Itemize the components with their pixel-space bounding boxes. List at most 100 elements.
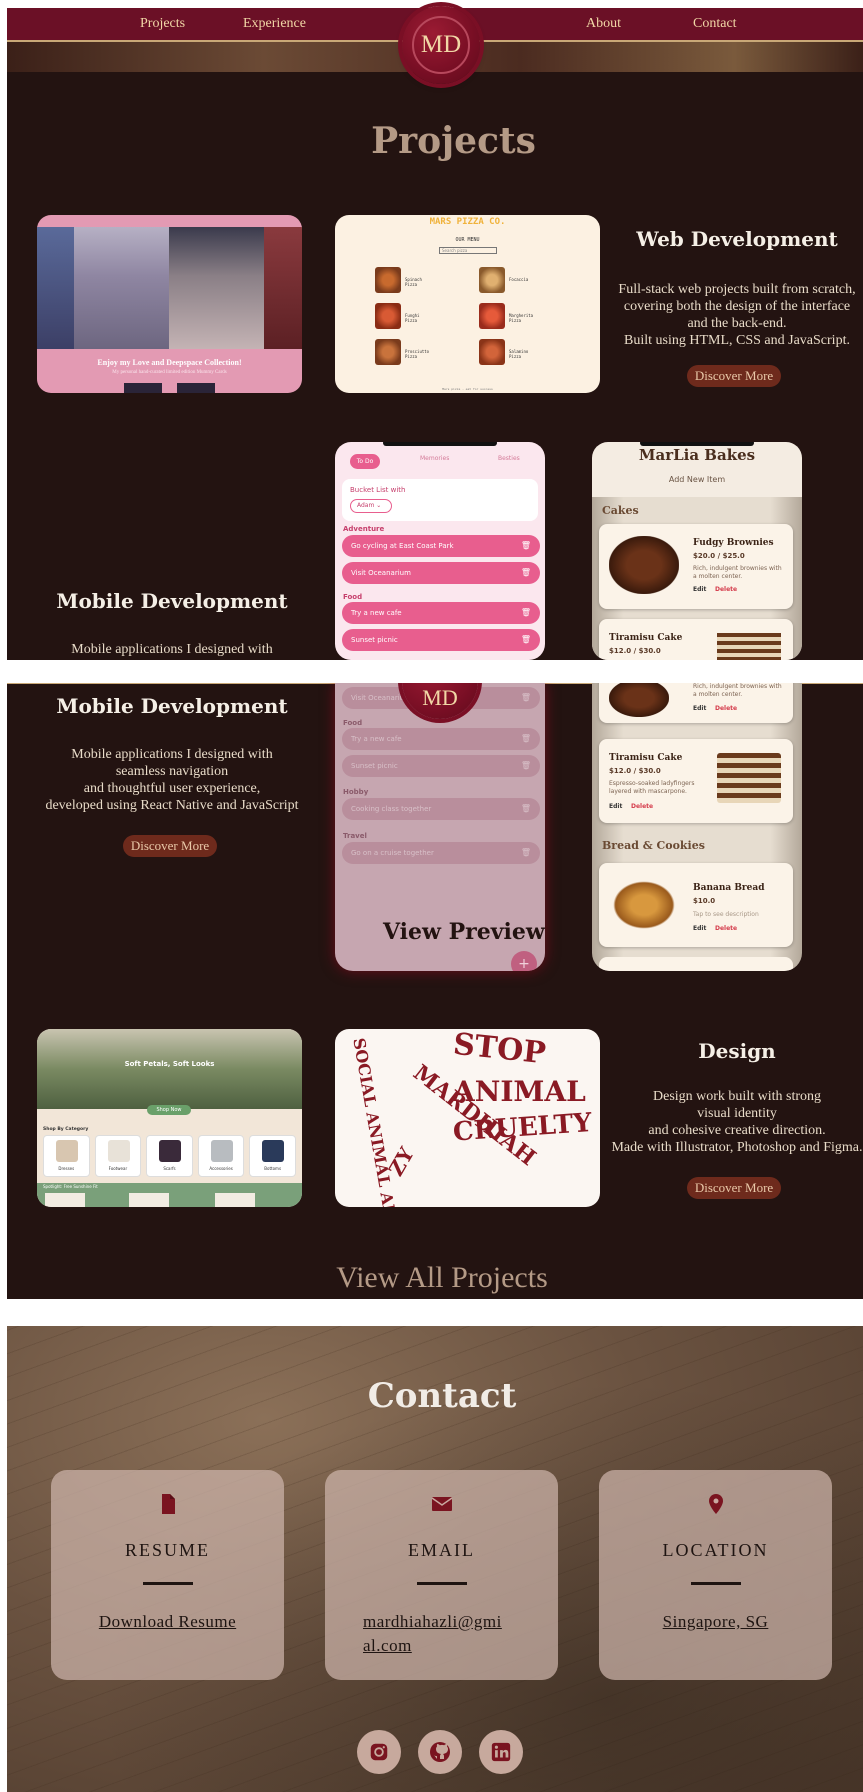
trash-icon[interactable]: 🗑 [521, 602, 531, 624]
nav-projects[interactable]: Projects [140, 16, 185, 32]
todo-item[interactable]: Try a new cafe 🗑 [342, 602, 540, 624]
delete-button[interactable]: Delete [631, 803, 653, 810]
edit-button[interactable]: Edit [693, 925, 706, 932]
shop-now-button[interactable]: Shop Now [147, 1105, 191, 1115]
tab-besties[interactable]: Besties [498, 455, 520, 462]
bake-item-name: Tiramisu Cake [609, 753, 683, 763]
hero-photo [37, 1029, 302, 1109]
bake-item-card[interactable]: Fudgy Brownies $20.0 / $25.0 Rich, indul… [599, 524, 793, 609]
spotlight-card [215, 1193, 255, 1207]
category-tile[interactable]: Bottoms [249, 1135, 296, 1177]
bake-item-card[interactable]: Tiramisu Cake $12.0 / $30.0 [599, 619, 793, 660]
bakes-list: Cakes Fudgy Brownies $20.0 / $25.0 Rich,… [592, 497, 802, 660]
web-project-mars-pizza-thumbnail[interactable]: MARS PIZZA CO. OUR MENU Search pizza Spi… [335, 215, 600, 393]
todo-item[interactable]: Cooking class together 🗑 [342, 798, 540, 820]
category-cakes: Cakes [602, 504, 639, 517]
view-all-projects-link[interactable]: View All Projects [7, 1261, 863, 1295]
resume-divider [143, 1582, 193, 1585]
todo-item[interactable]: Sunset picnic 🗑 [342, 755, 540, 777]
category-tile[interactable]: Footwear [94, 1135, 142, 1177]
location-card: LOCATION Singapore, SG [599, 1470, 832, 1680]
spotlight-label: Spotlight: Free Sunshine Fit [43, 1184, 98, 1189]
trash-icon[interactable]: 🗑 [521, 629, 531, 651]
web-project-love-deepspace-thumbnail[interactable]: Enjoy my Love and Deepspace Collection! … [37, 215, 302, 393]
mobile-development-description: Mobile applications I designed with seam… [45, 747, 299, 813]
view-preview-label[interactable]: View Preview [383, 919, 545, 945]
add-fab-button[interactable]: + [511, 951, 537, 971]
logo-seal[interactable]: MD [402, 6, 480, 84]
category-tile[interactable]: Scarfs [146, 1135, 193, 1177]
todo-item[interactable]: Go on a cruise together 🗑 [342, 842, 540, 864]
todo-app-phone[interactable]: To Do Memories Besties Bucket List with … [335, 442, 545, 660]
category-tile[interactable]: Accessories [197, 1135, 245, 1177]
bake-item-name: Fudgy Brownies [693, 538, 774, 548]
trash-icon[interactable]: 🗑 [521, 842, 531, 864]
brownie-image [609, 536, 679, 594]
trash-icon[interactable]: 🗑 [521, 755, 531, 777]
bake-item-desc: Rich, indulgent brownies with a molten c… [693, 683, 782, 698]
design-project-shop-thumbnail[interactable]: Soft Petals, Soft Looks Shop Now Shop By… [37, 1029, 302, 1207]
tab-memories[interactable]: Memories [420, 455, 449, 462]
bake-item-card[interactable]: Banana Bread $10.0 Tap to see descriptio… [599, 863, 793, 947]
email-link[interactable]: mardhiahazli@gmi al.com [363, 1610, 556, 1658]
trash-icon[interactable]: 🗑 [521, 798, 531, 820]
contact-title: Contact [367, 1376, 517, 1416]
pizza-grid: Spinach Pizza Focaccia Funghi Pizza Marg… [375, 267, 565, 369]
bake-item-card[interactable]: Tiramisu Cake $12.0 / $30.0 Espresso-soa… [599, 739, 793, 823]
github-button[interactable] [418, 1730, 462, 1774]
mobile-discover-more-button[interactable]: Discover More [123, 835, 217, 857]
bakes-title: MarLia Bakes [638, 446, 756, 464]
download-resume-link[interactable]: Download Resume [71, 1610, 264, 1634]
category-tile[interactable]: Dresses [43, 1135, 90, 1177]
design-discover-more-button[interactable]: Discover More [687, 1177, 781, 1199]
trash-icon[interactable]: 🗑 [521, 562, 531, 584]
bake-item-card[interactable]: Rich, indulgent brownies with a molten c… [599, 683, 793, 723]
typographic-poster: STOP ANIMAL CRUELTY MARDHIAH ZY SOCIAL A… [349, 1029, 593, 1207]
design-project-animal-cruelty-thumbnail[interactable]: STOP ANIMAL CRUELTY MARDHIAH ZY SOCIAL A… [335, 1029, 600, 1207]
file-icon [162, 1494, 175, 1514]
projects-section: Projects Enjoy my Love and Deepspace Col… [7, 8, 863, 660]
todo-item[interactable]: Go cycling at East Coast Park 🗑 [342, 535, 540, 557]
email-label: EMAIL [408, 1540, 475, 1560]
delete-button[interactable]: Delete [715, 705, 737, 712]
chevron-down-icon: ⌄ [376, 502, 382, 509]
nav-contact[interactable]: Contact [693, 16, 737, 32]
poster-word-stop: STOP [452, 1029, 548, 1071]
trash-icon[interactable]: 🗑 [521, 687, 531, 709]
nav-about[interactable]: About [586, 16, 621, 32]
bestie-select[interactable]: Adam ⌄ [350, 499, 392, 513]
trash-icon[interactable]: 🗑 [521, 728, 531, 750]
delete-button[interactable]: Delete [715, 925, 737, 932]
web-discover-more-button[interactable]: Discover More [687, 365, 781, 387]
bake-item-price: $10.0 [693, 897, 716, 905]
trash-icon[interactable]: 🗑 [521, 535, 531, 557]
web-development-description: Full-stack web projects built from scrat… [618, 282, 856, 348]
section-hobby: Hobby [343, 788, 369, 796]
edit-button[interactable]: Edit [693, 586, 706, 593]
github-icon [430, 1742, 450, 1762]
add-new-item-link[interactable]: Add New Item [592, 475, 802, 484]
section-adventure: Adventure [343, 525, 385, 533]
brownie-image [609, 683, 669, 717]
edit-button[interactable]: Edit [609, 803, 622, 810]
todo-app-phone-preview[interactable]: Food Visit Oceanarium 🗑 Try a new cafe 🗑 S… [335, 683, 545, 971]
spotlight-card [45, 1193, 85, 1207]
todo-item[interactable]: Visit Oceanarium 🗑 [342, 562, 540, 584]
bake-item-desc: Rich, indulgent brownies with a molten c… [693, 565, 782, 580]
tab-todo[interactable]: To Do [350, 454, 380, 469]
portrait-1 [37, 227, 74, 349]
todo-item[interactable]: Try a new cafe 🗑 [342, 728, 540, 750]
bakes-app-phone[interactable]: MarLia Bakes Add New Item Cakes Fudgy Br… [592, 442, 802, 660]
pizza-search-input[interactable]: Search pizza [439, 247, 497, 254]
instagram-button[interactable] [357, 1730, 401, 1774]
love-deepspace-subtitle: My personal hand-curated limited edition… [112, 370, 227, 375]
bakes-app-phone-full[interactable]: Rich, indulgent brownies with a molten c… [592, 683, 802, 971]
edit-button[interactable]: Edit [693, 705, 706, 712]
bake-item-card-next [599, 957, 793, 971]
linkedin-button[interactable] [479, 1730, 523, 1774]
location-link[interactable]: Singapore, SG [619, 1610, 812, 1634]
pizza-footer: Mars pizza - eat for success [442, 387, 493, 391]
delete-button[interactable]: Delete [715, 586, 737, 593]
nav-experience[interactable]: Experience [243, 16, 306, 32]
todo-item[interactable]: Sunset picnic 🗑 [342, 629, 540, 651]
